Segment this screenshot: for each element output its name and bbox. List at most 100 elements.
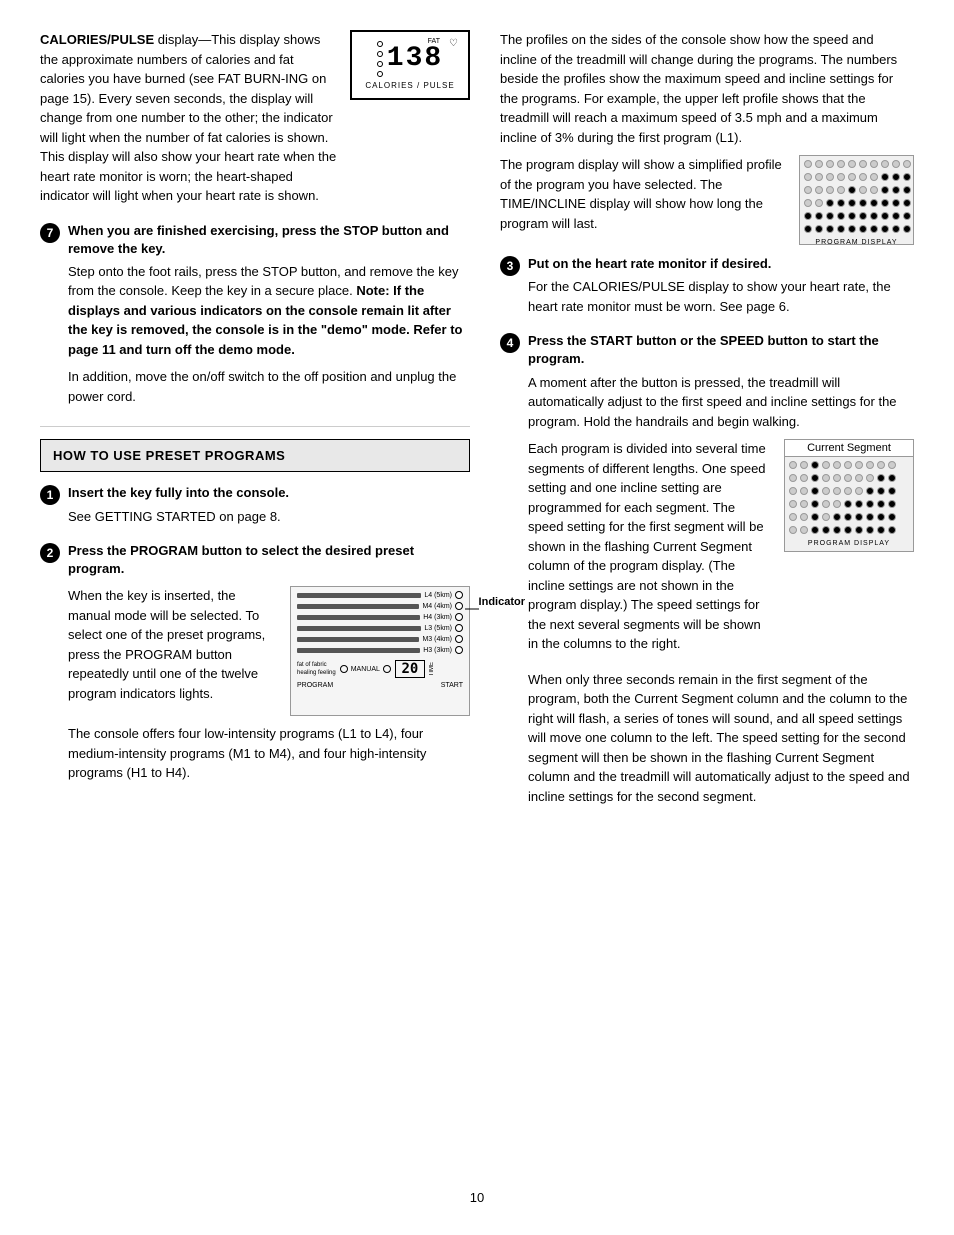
cs-4-8 — [866, 500, 874, 508]
cs-4-9 — [877, 500, 885, 508]
indicator-label: Indicator — [479, 596, 525, 608]
step-7-circle: 7 — [40, 223, 60, 243]
d-2-5 — [848, 173, 856, 181]
cs-1-7 — [855, 461, 863, 469]
prog-line-4: L3 (5km) — [297, 624, 463, 632]
d-4-10 — [903, 199, 911, 207]
step-2-container: 2 Press the PROGRAM button to select the… — [40, 542, 470, 791]
step-3-container: 3 Put on the heart rate monitor if desir… — [500, 255, 914, 324]
step-4-heading: Press the START button or the SPEED butt… — [528, 332, 914, 368]
d-2-8 — [881, 173, 889, 181]
step-7-text1: Step onto the foot rails, press the STOP… — [68, 262, 470, 360]
cs-1-10 — [888, 461, 896, 469]
d-1-7 — [870, 160, 878, 168]
cs-1-1 — [789, 461, 797, 469]
cs-3-9 — [877, 487, 885, 495]
d-5-7 — [870, 212, 878, 220]
step-2-text1: When the key is inserted, the manual mod… — [68, 586, 280, 703]
d-1-10 — [903, 160, 911, 168]
step-3-heading: Put on the heart rate monitor if desired… — [528, 255, 914, 273]
d-1-1 — [804, 160, 812, 168]
calories-heading: CALORIES/PULSE — [40, 32, 154, 47]
cs-5-3 — [811, 513, 819, 521]
healthy-mode-label: healing feeling — [297, 670, 336, 676]
console-button-row: PROGRAM START — [297, 682, 463, 689]
prog-dot-6 — [455, 646, 463, 654]
d-3-4 — [837, 186, 845, 194]
d-2-6 — [859, 173, 867, 181]
divider — [40, 426, 470, 427]
step-2-text-block: When the key is inserted, the manual mod… — [68, 586, 280, 711]
prog-label-5: M3 (4km) — [422, 636, 452, 643]
step-1-container: 1 Insert the key fully into the console.… — [40, 484, 470, 534]
prog-label-4: L3 (5km) — [424, 625, 452, 632]
d-5-9 — [892, 212, 900, 220]
cs-2-7 — [855, 474, 863, 482]
cs-1-9 — [877, 461, 885, 469]
current-segment-grid: PROGRAM DISPLAY — [785, 457, 913, 551]
d-3-6 — [859, 186, 867, 194]
d-6-6 — [859, 225, 867, 233]
step-3-text: For the CALORIES/PULSE display to show y… — [528, 277, 914, 316]
cs-3-1 — [789, 487, 797, 495]
cs-1-8 — [866, 461, 874, 469]
d-2-10 — [903, 173, 911, 181]
cs-3-4 — [822, 487, 830, 495]
preset-programs-box: HOW TO USE PRESET PROGRAMS — [40, 439, 470, 472]
d-4-6 — [859, 199, 867, 207]
prog-label-6: H3 (3km) — [423, 647, 452, 654]
program-lines: L4 (5km) M4 (4km) — [297, 591, 463, 654]
step-1-heading: Insert the key fully into the console. — [68, 484, 470, 502]
d-6-7 — [870, 225, 878, 233]
lcd-dot-3 — [377, 61, 383, 67]
manual-label: MANUAL — [351, 666, 380, 673]
d-6-8 — [881, 225, 889, 233]
d-2-1 — [804, 173, 812, 181]
d-6-4 — [837, 225, 845, 233]
d-3-7 — [870, 186, 878, 194]
cs-4-10 — [888, 500, 896, 508]
cs-5-1 — [789, 513, 797, 521]
cs-3-5 — [833, 487, 841, 495]
d-4-5 — [848, 199, 856, 207]
cs-5-4 — [822, 513, 830, 521]
cs-6-9 — [877, 526, 885, 534]
prog-dot-2 — [455, 602, 463, 610]
prog-line-2: M4 (4km) — [297, 602, 463, 610]
cs-5-7 — [855, 513, 863, 521]
current-segment-area: Current Segment — [784, 439, 914, 552]
cs-6-3 — [811, 526, 819, 534]
d-5-6 — [859, 212, 867, 220]
d-3-1 — [804, 186, 812, 194]
cs-5-8 — [866, 513, 874, 521]
d-1-5 — [848, 160, 856, 168]
cs-6-6 — [844, 526, 852, 534]
cs-4-6 — [844, 500, 852, 508]
cs-6-10 — [888, 526, 896, 534]
d-4-4 — [837, 199, 845, 207]
right-para2: The program display will show a simplifi… — [500, 155, 787, 233]
d-6-1 — [804, 225, 812, 233]
d-5-2 — [815, 212, 823, 220]
step-4-container: 4 Press the START button or the SPEED bu… — [500, 332, 914, 814]
time-display: 20 — [395, 660, 425, 678]
console-lines-area: L4 (5km) M4 (4km) — [291, 587, 469, 693]
prog-line-1: L4 (5km) — [297, 591, 463, 599]
program-btn-label: PROGRAM — [297, 682, 333, 689]
console-diagram: L4 (5km) M4 (4km) — [290, 586, 470, 716]
fat-mode-label: fat of fabric — [297, 662, 336, 668]
segment-block: Each program is divided into several tim… — [528, 439, 914, 662]
d-3-9 — [892, 186, 900, 194]
step-1-circle: 1 — [40, 485, 60, 505]
d-6-9 — [892, 225, 900, 233]
cs-3-3 — [811, 487, 819, 495]
d-5-1 — [804, 212, 812, 220]
d-5-8 — [881, 212, 889, 220]
cs-4-3 — [811, 500, 819, 508]
calories-display-inner: 138 — [377, 41, 443, 77]
dot-grid-box-1: PROGRAM DISPLAY — [799, 155, 914, 245]
page-number: 10 — [40, 1190, 914, 1205]
cs-1-6 — [844, 461, 852, 469]
program-display-label-1: PROGRAM DISPLAY — [804, 239, 909, 246]
d-2-3 — [826, 173, 834, 181]
